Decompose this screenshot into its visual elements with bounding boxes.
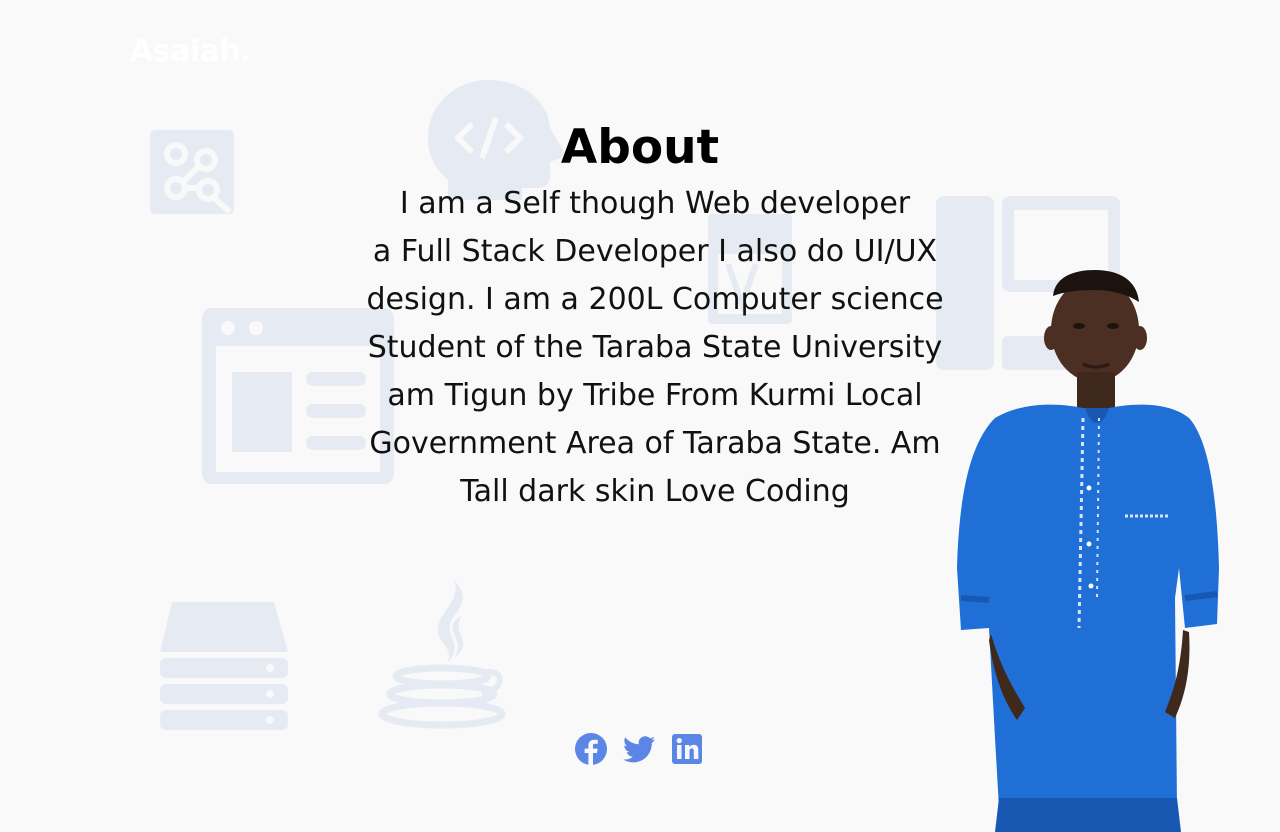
java-icon	[378, 578, 506, 729]
about-line: Student of the Taraba State University	[367, 330, 943, 365]
profile-photo	[957, 270, 1219, 832]
about-line: Tall dark skin Love Coding	[460, 474, 850, 509]
twitter-link[interactable]	[622, 732, 656, 766]
about-line: am Tigun by Tribe From Kurmi Local	[387, 378, 923, 413]
server-icon	[160, 602, 288, 730]
site-logo[interactable]: Asaiah.	[130, 34, 252, 69]
about-paragraph: I am a Self though Web developer a Full …	[340, 180, 970, 516]
about-line: a Full Stack Developer I also do UI/UX	[372, 234, 938, 269]
twitter-icon	[623, 736, 655, 763]
about-line: design. I am a 200L Computer science	[366, 282, 944, 317]
social-links	[574, 732, 704, 766]
about-line: Government Area of Taraba State. Am	[369, 426, 941, 461]
linkedin-icon	[672, 734, 702, 764]
about-heading: About	[560, 120, 720, 175]
facebook-icon	[575, 733, 607, 765]
about-line: I am a Self though Web developer	[399, 186, 911, 221]
about-page: Asaiah. About I am a Self though Web dev…	[0, 0, 1280, 832]
linkedin-link[interactable]	[670, 732, 704, 766]
facebook-link[interactable]	[574, 732, 608, 766]
